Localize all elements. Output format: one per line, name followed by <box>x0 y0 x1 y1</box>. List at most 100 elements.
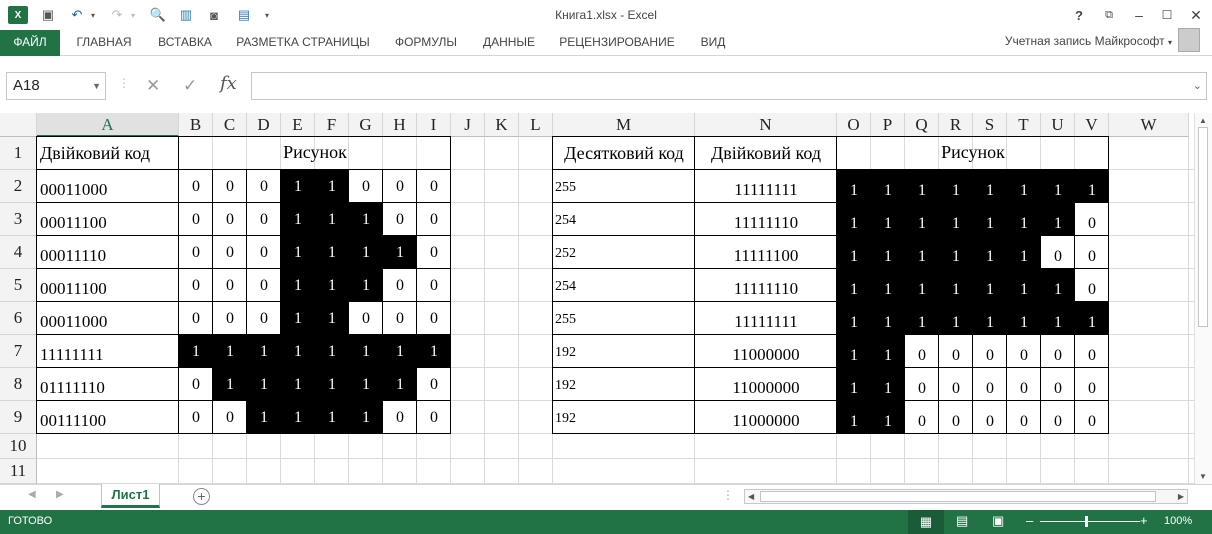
cancel-icon[interactable]: ✕ <box>146 76 160 96</box>
row-header-6[interactable]: 6 <box>0 302 37 335</box>
gridline-h <box>37 458 1194 459</box>
column-header-q[interactable]: Q <box>905 113 939 137</box>
column-header-w[interactable]: W <box>1109 113 1189 137</box>
tab-view[interactable]: ВИД <box>690 30 736 56</box>
table-line <box>552 400 1109 401</box>
vertical-scrollbar[interactable]: ▲ ▼ <box>1194 113 1212 484</box>
column-header-o[interactable]: O <box>837 113 871 137</box>
tab-page-layout[interactable]: РАЗМЕТКА СТРАНИЦЫ <box>228 30 378 56</box>
insert-function-icon[interactable]: fx <box>220 73 237 94</box>
table-line <box>1006 169 1007 434</box>
row-header-11[interactable]: 11 <box>0 459 37 484</box>
scroll-right-icon[interactable]: ▶ <box>1178 490 1184 503</box>
row-header-8[interactable]: 8 <box>0 368 37 401</box>
avatar[interactable] <box>1178 28 1200 52</box>
hscroll-thumb[interactable] <box>760 491 1156 502</box>
enter-icon[interactable]: ✓ <box>183 76 197 96</box>
expand-formula-icon[interactable]: ⌄ <box>1193 79 1202 92</box>
table-line <box>246 169 247 434</box>
column-header-v[interactable]: V <box>1075 113 1109 137</box>
row-header-5[interactable]: 5 <box>0 269 37 302</box>
row-header-7[interactable]: 7 <box>0 335 37 368</box>
zoom-out-icon[interactable]: – <box>1026 513 1033 528</box>
page-layout-view-icon[interactable]: ▤ <box>956 513 968 529</box>
column-header-r[interactable]: R <box>939 113 973 137</box>
table-line <box>552 268 1109 269</box>
ribbon-display-icon[interactable]: ⧉ <box>1098 4 1120 26</box>
column-header-m[interactable]: M <box>553 113 695 137</box>
tab-home[interactable]: ГЛАВНАЯ <box>66 30 142 56</box>
prev-sheet-icon[interactable]: ◀ <box>28 489 36 500</box>
table-line <box>552 169 1109 170</box>
row-header-9[interactable]: 9 <box>0 401 37 434</box>
column-header-p[interactable]: P <box>871 113 905 137</box>
column-header-e[interactable]: E <box>281 113 315 137</box>
tab-insert[interactable]: ВСТАВКА <box>148 30 222 56</box>
close-icon[interactable]: ✕ <box>1185 4 1207 26</box>
row-header-10[interactable]: 10 <box>0 434 37 459</box>
name-box[interactable]: A18 ▼ <box>6 72 106 100</box>
column-header-u[interactable]: U <box>1041 113 1075 137</box>
zoom-slider-thumb[interactable] <box>1085 516 1088 527</box>
zoom-in-icon[interactable]: + <box>1140 513 1148 528</box>
next-sheet-icon[interactable]: ▶ <box>56 489 64 500</box>
split-handle-icon[interactable]: ⋮ <box>722 488 734 502</box>
table-line <box>36 202 451 203</box>
column-header-g[interactable]: G <box>349 113 383 137</box>
table-line <box>36 367 451 368</box>
zoom-slider[interactable] <box>1040 521 1140 522</box>
sheet-tab-list1[interactable]: Лист1 <box>101 484 160 508</box>
scroll-thumb[interactable] <box>1198 127 1208 327</box>
zoom-level[interactable]: 100% <box>1164 515 1192 527</box>
select-all-corner[interactable] <box>0 113 37 137</box>
table-line <box>36 301 451 302</box>
table-line <box>552 235 1109 236</box>
column-header-d[interactable]: D <box>247 113 281 137</box>
maximize-icon[interactable]: ☐ <box>1156 4 1178 26</box>
name-box-dropdown-icon[interactable]: ▼ <box>92 73 101 99</box>
formula-bar: A18 ▼ ⋮ ✕ ✓ fx ⌄ <box>0 68 1212 106</box>
table-line <box>694 136 695 434</box>
add-sheet-icon[interactable]: + <box>193 488 210 505</box>
worksheet-grid[interactable]: A B C D E F G H I J K L M N O P Q R S T U V W 1 2 3 4 5 6 7 8 9 10 11 Двій… <box>0 113 1194 484</box>
page-break-view-icon[interactable]: ▣ <box>992 513 1004 529</box>
minimize-icon[interactable]: – <box>1128 4 1150 26</box>
scroll-down-icon[interactable]: ▼ <box>1199 472 1207 481</box>
scroll-left-icon[interactable]: ◀ <box>748 490 754 503</box>
column-header-n[interactable]: N <box>695 113 837 137</box>
formula-input[interactable]: ⌄ <box>251 72 1207 100</box>
horizontal-scrollbar[interactable]: ◀ ▶ <box>744 489 1188 504</box>
column-header-h[interactable]: H <box>383 113 417 137</box>
tab-review[interactable]: РЕЦЕНЗИРОВАНИЕ <box>552 30 682 56</box>
tab-file[interactable]: ФАЙЛ <box>0 30 60 56</box>
help-icon[interactable]: ? <box>1068 4 1090 26</box>
row-header-3[interactable]: 3 <box>0 203 37 236</box>
normal-view-icon[interactable]: ▦ <box>908 510 944 534</box>
tab-formulas[interactable]: ФОРМУЛЫ <box>384 30 468 56</box>
column-header-i[interactable]: I <box>417 113 451 137</box>
table-line <box>178 136 179 434</box>
table-line <box>36 268 451 269</box>
row-header-4[interactable]: 4 <box>0 236 37 269</box>
account-menu[interactable]: Учетная запись Майкрософт ▾ <box>1005 34 1172 48</box>
column-header-j[interactable]: J <box>451 113 485 137</box>
column-header-c[interactable]: C <box>213 113 247 137</box>
window-title: Книга1.xlsx - Excel <box>555 8 657 22</box>
ribbon-tabs: ФАЙЛ ГЛАВНАЯ ВСТАВКА РАЗМЕТКА СТРАНИЦЫ Ф… <box>0 30 1212 56</box>
row-header-1[interactable]: 1 <box>0 137 37 170</box>
table-line <box>552 367 1109 368</box>
scroll-up-icon[interactable]: ▲ <box>1199 116 1207 125</box>
table-line <box>36 334 451 335</box>
gridline-v <box>1188 137 1189 484</box>
column-header-a[interactable]: A <box>37 113 179 137</box>
table-line <box>552 136 1109 137</box>
column-header-l[interactable]: L <box>519 113 553 137</box>
column-header-k[interactable]: K <box>485 113 519 137</box>
table-line <box>36 136 451 137</box>
column-header-f[interactable]: F <box>315 113 349 137</box>
tab-data[interactable]: ДАННЫЕ <box>474 30 544 56</box>
row-header-2[interactable]: 2 <box>0 170 37 203</box>
column-header-s[interactable]: S <box>973 113 1007 137</box>
column-header-b[interactable]: B <box>179 113 213 137</box>
column-header-t[interactable]: T <box>1007 113 1041 137</box>
